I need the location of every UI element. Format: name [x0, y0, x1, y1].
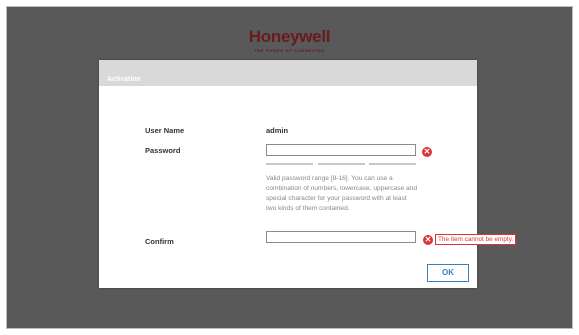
password-input[interactable]	[266, 144, 416, 156]
dialog-title: Activation	[107, 76, 141, 83]
confirm-error-icon: ✕	[423, 235, 433, 245]
username-value: admin	[266, 126, 289, 135]
confirm-error-message: The item cannot be empty.	[435, 234, 517, 245]
brand-logo: Honeywell THE POWER OF CONNECTED	[7, 27, 572, 53]
confirm-input[interactable]	[266, 231, 416, 243]
password-strength-bar-medium	[318, 163, 365, 165]
password-error-icon: ✕	[422, 147, 432, 157]
ok-button[interactable]: OK	[427, 264, 469, 282]
background-screen: Honeywell THE POWER OF CONNECTED Activat…	[6, 6, 573, 329]
brand-tagline: THE POWER OF CONNECTED	[254, 48, 325, 53]
password-hint: Valid password range [8-16]. You can use…	[266, 175, 418, 212]
password-strength-bar-weak	[266, 163, 313, 165]
username-label: User Name	[145, 126, 185, 135]
brand-name: Honeywell	[248, 27, 331, 46]
activation-dialog: Activation User Name admin Password ✕ Va…	[99, 60, 517, 288]
password-label: Password	[145, 146, 181, 155]
password-strength-bar-strong	[369, 163, 416, 165]
dialog-header: Activation	[99, 60, 477, 86]
confirm-label: Confirm	[145, 237, 174, 246]
